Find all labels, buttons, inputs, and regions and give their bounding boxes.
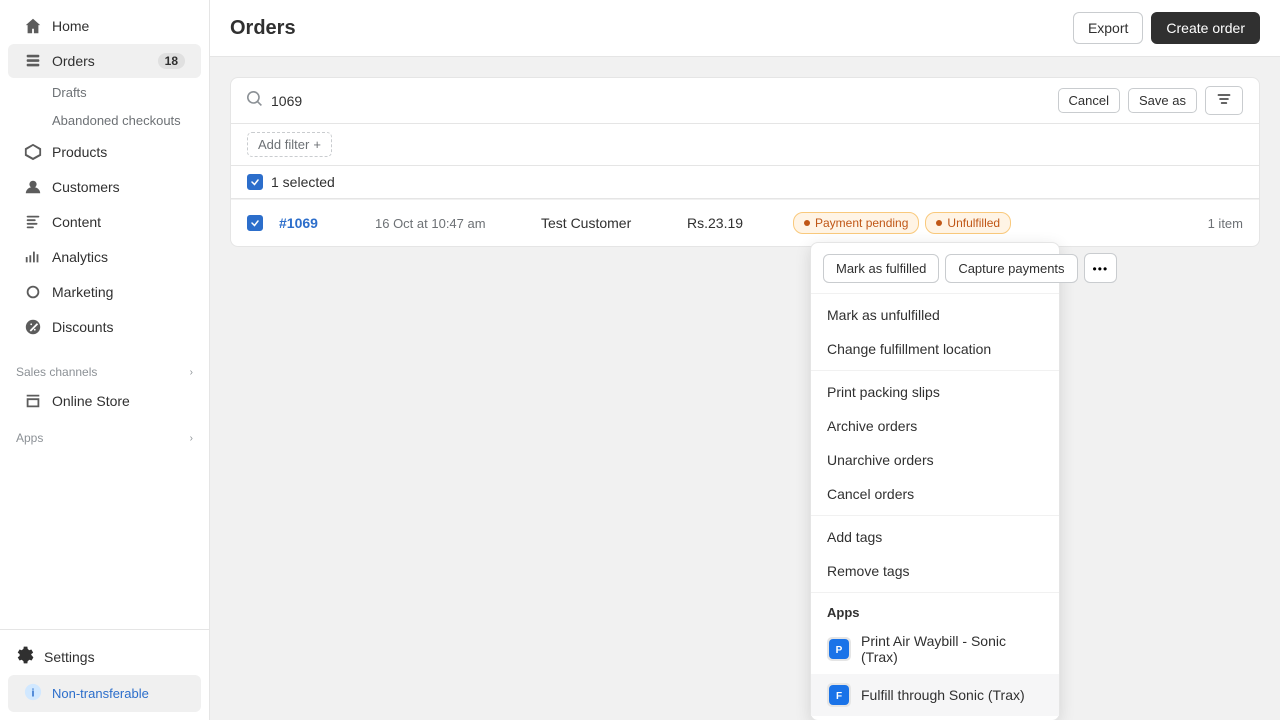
- dropdown-item-mark-unfulfilled[interactable]: Mark as unfulfilled: [811, 298, 1059, 332]
- analytics-icon: [24, 248, 42, 266]
- mark-fulfilled-button[interactable]: Mark as fulfilled: [823, 254, 939, 283]
- action-dropdown: Mark as fulfilled Capture payments ••• M…: [810, 242, 1060, 720]
- svg-text:i: i: [32, 688, 35, 700]
- customers-icon: [24, 178, 42, 196]
- dropdown-item-unarchive-orders[interactable]: Unarchive orders: [811, 443, 1059, 477]
- orders-icon: [24, 52, 42, 70]
- sidebar-item-analytics[interactable]: Analytics: [8, 240, 201, 274]
- dropdown-divider-2: [811, 515, 1059, 516]
- payment-dot: [804, 220, 810, 226]
- sales-channels-section[interactable]: Sales channels ›: [0, 353, 209, 383]
- sidebar-item-home[interactable]: Home: [8, 9, 201, 43]
- svg-text:F: F: [836, 691, 842, 702]
- sidebar-item-orders[interactable]: Orders 18: [8, 44, 201, 78]
- order-number: #1069: [279, 215, 359, 231]
- sidebar-item-products[interactable]: Products: [8, 135, 201, 169]
- payment-status-badge: Payment pending: [793, 212, 919, 234]
- products-icon: [24, 143, 42, 161]
- order-amount: Rs.23.19: [687, 215, 777, 231]
- table-row[interactable]: #1069 16 Oct at 10:47 am Test Customer R…: [231, 199, 1259, 246]
- action-bar: Mark as fulfilled Capture payments •••: [811, 243, 1059, 294]
- apps-section[interactable]: Apps ›: [0, 419, 209, 449]
- order-customer: Test Customer: [541, 215, 671, 231]
- dropdown-item-add-tags[interactable]: Add tags: [811, 520, 1059, 554]
- search-icon: [247, 91, 263, 110]
- print-waybill-icon: P: [827, 637, 851, 661]
- apps-section-label: Apps: [811, 597, 1059, 624]
- create-order-button[interactable]: Create order: [1151, 12, 1260, 44]
- page-title: Orders: [230, 17, 296, 40]
- dropdown-item-archive-orders[interactable]: Archive orders: [811, 409, 1059, 443]
- settings-icon: [16, 646, 34, 667]
- header-actions: Export Create order: [1073, 12, 1260, 44]
- svg-text:P: P: [836, 645, 843, 656]
- sidebar-item-customers[interactable]: Customers: [8, 170, 201, 204]
- search-bar: Cancel Save as: [230, 77, 1260, 124]
- dropdown-item-fulfill-sonic[interactable]: F Fulfill through Sonic (Trax): [811, 674, 1059, 716]
- dropdown-item-change-location[interactable]: Change fulfillment location: [811, 332, 1059, 366]
- cancel-button[interactable]: Cancel: [1058, 88, 1120, 113]
- home-icon: [24, 17, 42, 35]
- select-all-checkbox[interactable]: [247, 174, 263, 190]
- dropdown-divider-1: [811, 370, 1059, 371]
- sidebar-item-settings[interactable]: Settings: [0, 638, 209, 675]
- fulfill-sonic-icon: F: [827, 683, 851, 707]
- orders-table: #1069 16 Oct at 10:47 am Test Customer R…: [230, 199, 1260, 247]
- selection-bar: 1 selected: [230, 166, 1260, 199]
- content-icon: [24, 213, 42, 231]
- online-store-icon: [24, 392, 42, 410]
- export-button[interactable]: Export: [1073, 12, 1143, 44]
- sidebar-item-content[interactable]: Content: [8, 205, 201, 239]
- dropdown-menu: Mark as unfulfilled Change fulfillment l…: [811, 294, 1059, 720]
- add-filter-button[interactable]: Add filter +: [247, 132, 332, 157]
- more-actions-button[interactable]: •••: [1084, 253, 1118, 283]
- search-actions: Cancel Save as: [1058, 86, 1243, 115]
- info-icon: i: [24, 683, 42, 704]
- chevron-right-icon-apps: ›: [190, 433, 193, 444]
- order-date: 16 Oct at 10:47 am: [375, 216, 525, 231]
- chevron-right-icon: ›: [190, 367, 193, 378]
- dropdown-item-print-waybill[interactable]: P Print Air Waybill - Sonic (Trax): [811, 624, 1059, 674]
- fulfillment-dot: [936, 220, 942, 226]
- search-input[interactable]: [271, 93, 1050, 109]
- capture-payments-button[interactable]: Capture payments: [945, 254, 1077, 283]
- dropdown-item-print-packing[interactable]: Print packing slips: [811, 375, 1059, 409]
- sidebar-item-abandoned-checkouts[interactable]: Abandoned checkouts: [8, 107, 201, 134]
- order-items: 1 item: [1183, 216, 1243, 231]
- sidebar: Home Orders 18 Drafts Abandoned checkout…: [0, 0, 210, 720]
- sidebar-item-non-transferable[interactable]: i Non-transferable: [8, 675, 201, 712]
- dropdown-item-remove-tags[interactable]: Remove tags: [811, 554, 1059, 588]
- main-area: Orders Export Create order Cancel Save a…: [210, 0, 1280, 720]
- discounts-icon: [24, 318, 42, 336]
- filter-bar: Add filter +: [230, 124, 1260, 166]
- selected-count: 1 selected: [271, 174, 335, 190]
- dropdown-divider-3: [811, 592, 1059, 593]
- sidebar-item-marketing[interactable]: Marketing: [8, 275, 201, 309]
- content-area: Cancel Save as Add filter + 1 selected: [210, 57, 1280, 720]
- page-header: Orders Export Create order: [210, 0, 1280, 57]
- sidebar-item-discounts[interactable]: Discounts: [8, 310, 201, 344]
- sort-button[interactable]: [1205, 86, 1243, 115]
- fulfillment-status-badge: Unfulfilled: [925, 212, 1011, 234]
- row-checkbox[interactable]: [247, 215, 263, 231]
- dropdown-item-cancel-orders[interactable]: Cancel orders: [811, 477, 1059, 511]
- sidebar-item-online-store[interactable]: Online Store: [8, 384, 201, 418]
- order-badges: Payment pending Unfulfilled: [793, 212, 1167, 234]
- sidebar-item-drafts[interactable]: Drafts: [8, 79, 201, 106]
- marketing-icon: [24, 283, 42, 301]
- save-as-button[interactable]: Save as: [1128, 88, 1197, 113]
